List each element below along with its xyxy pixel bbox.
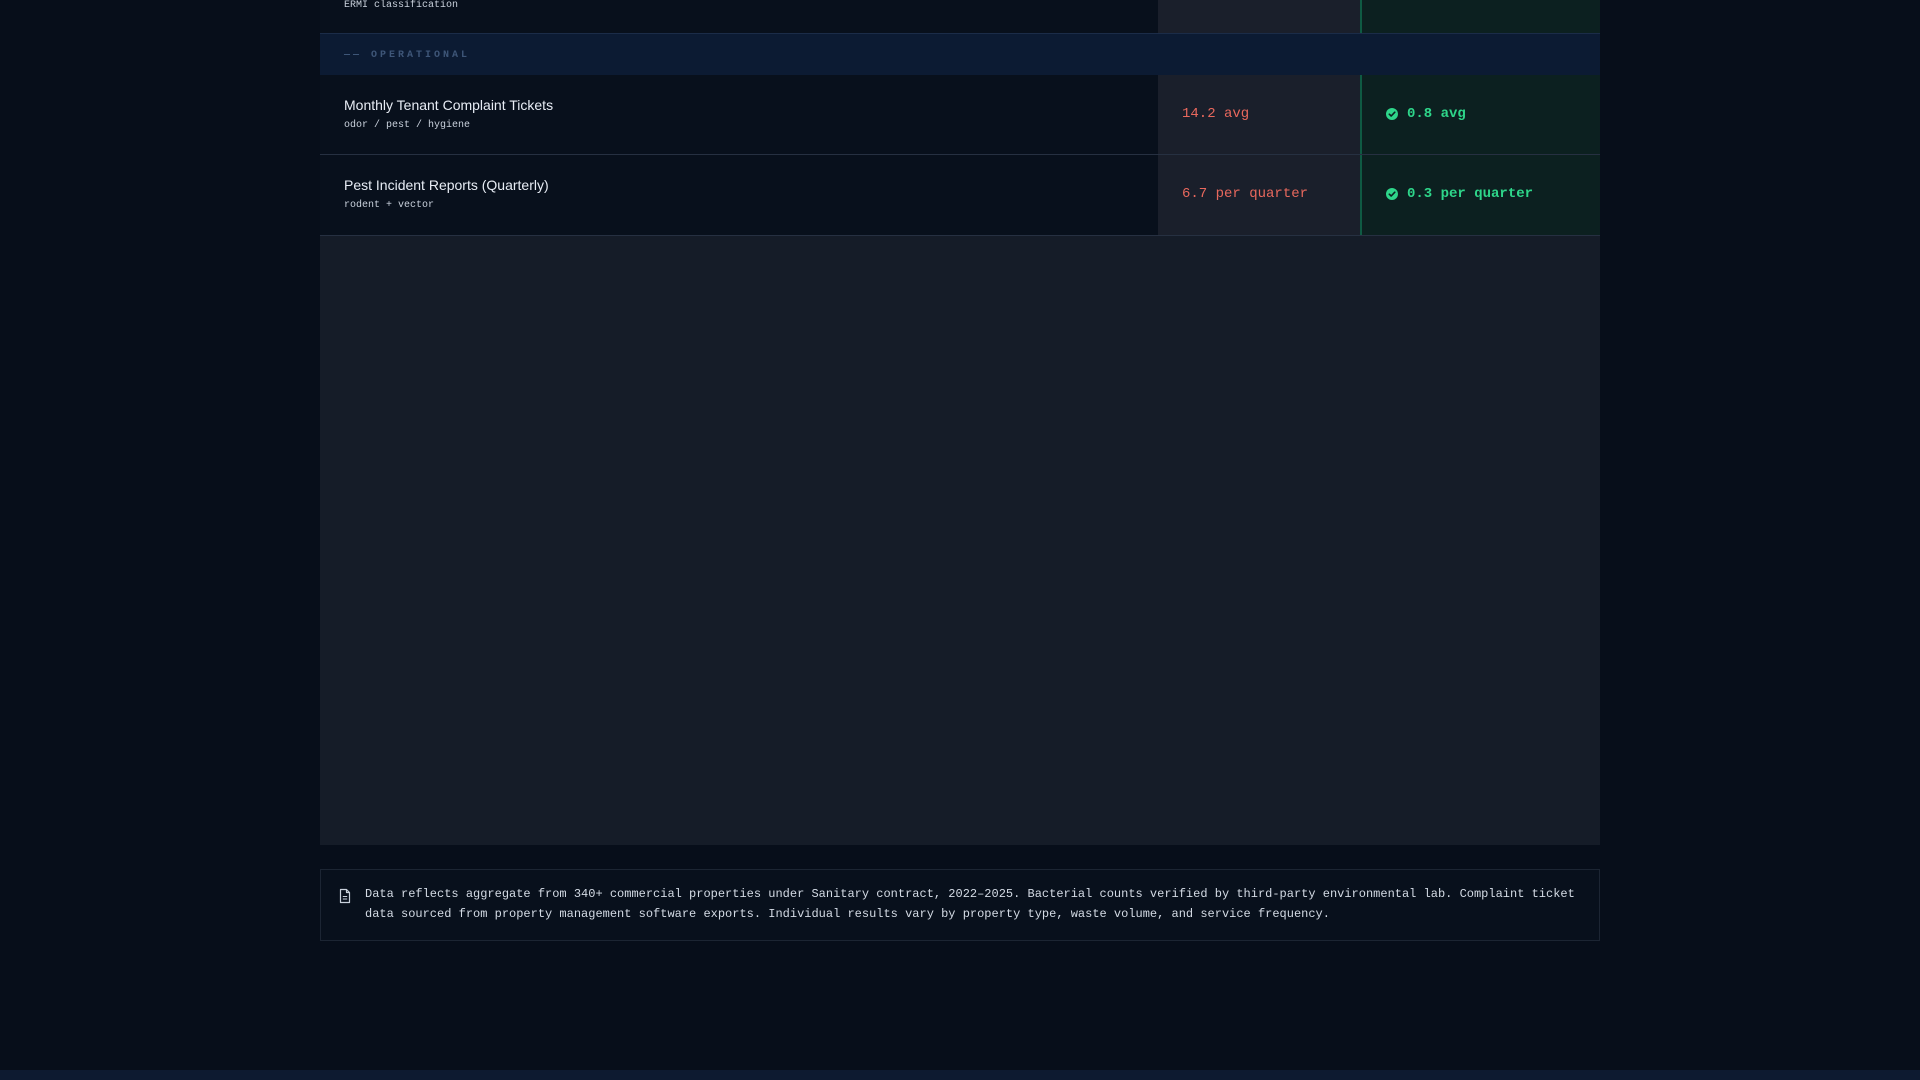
- document-icon: [338, 888, 352, 909]
- bottom-bar: [0, 1070, 1920, 1080]
- row-title: Pest Incident Reports (Quarterly): [344, 177, 549, 193]
- page: ERMI classification —— OPERATIONAL Month…: [0, 0, 1920, 1080]
- footnote-text: Data reflects aggregate from 340+ commer…: [365, 887, 1575, 921]
- after-value-cell: [1360, 0, 1600, 33]
- table-row: Monthly Tenant Complaint Tickets odor / …: [320, 75, 1600, 155]
- before-value-cell: 14.2 avg: [1158, 75, 1360, 154]
- check-circle-icon: [1386, 108, 1398, 120]
- row-sublabel: ERMI classification: [344, 0, 459, 11]
- after-value-cell: 0.8 avg: [1360, 75, 1600, 154]
- after-value: 0.3 per quarter: [1407, 186, 1534, 202]
- row-label-cell: Pest Incident Reports (Quarterly) rodent…: [320, 155, 1158, 235]
- table-row: ERMI classification: [320, 0, 1600, 33]
- row-sublabel: rodent + vector: [344, 200, 435, 211]
- row-label-cell: ERMI classification: [320, 0, 1158, 33]
- after-value: 0.8 avg: [1407, 106, 1466, 122]
- before-value: 14.2 avg: [1182, 106, 1250, 122]
- before-value-cell: 6.7 per quarter: [1158, 155, 1360, 235]
- before-value: 6.7 per quarter: [1182, 186, 1309, 202]
- before-value-cell: [1158, 0, 1360, 33]
- section-label: —— OPERATIONAL: [344, 50, 471, 61]
- after-value-wrap: 0.3 per quarter: [1386, 186, 1533, 202]
- row-title: Monthly Tenant Complaint Tickets: [344, 97, 554, 113]
- after-value-cell: 0.3 per quarter: [1360, 155, 1600, 235]
- table-row: Pest Incident Reports (Quarterly) rodent…: [320, 155, 1600, 236]
- section-header-operational: —— OPERATIONAL: [320, 33, 1600, 75]
- row-sublabel: odor / pest / hygiene: [344, 120, 471, 131]
- row-label-cell: Monthly Tenant Complaint Tickets odor / …: [320, 75, 1158, 154]
- after-value-wrap: 0.8 avg: [1386, 106, 1466, 122]
- footnote-box: Data reflects aggregate from 340+ commer…: [320, 869, 1600, 941]
- check-circle-icon: [1386, 188, 1398, 200]
- comparison-table: ERMI classification —— OPERATIONAL Month…: [320, 0, 1600, 845]
